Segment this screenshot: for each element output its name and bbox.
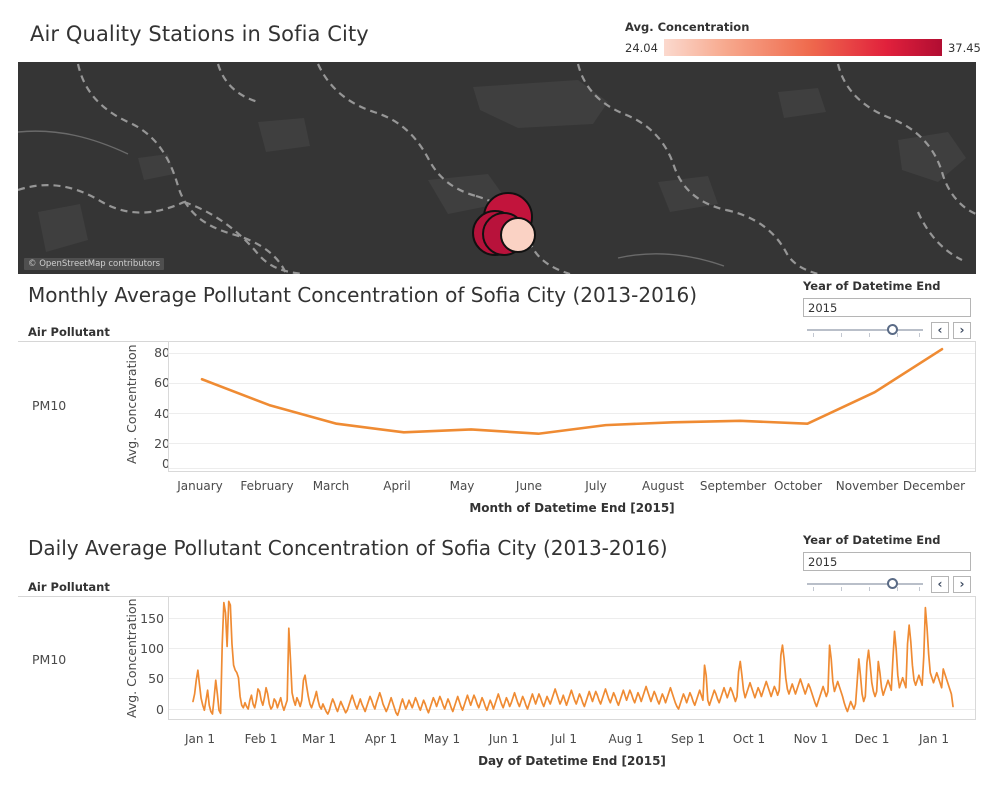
concentration-legend: Avg. Concentration 24.04 37.45 — [625, 20, 985, 56]
daily-ytick: 100 — [140, 641, 164, 656]
slider-tick — [897, 587, 898, 591]
daily-year-next-button[interactable]: › — [953, 575, 971, 593]
legend-color-ramp — [663, 39, 942, 56]
monthly-year-next-button[interactable]: › — [953, 321, 971, 339]
daily-line-svg — [169, 600, 975, 717]
monthly-plot-area[interactable] — [168, 341, 976, 472]
legend-title: Avg. Concentration — [625, 20, 750, 34]
daily-xaxis-title: Day of Datetime End [2015] — [478, 754, 666, 768]
daily-ytick: 150 — [140, 611, 164, 626]
slider-tick — [813, 587, 814, 591]
daily-pollutant-header: Air Pollutant — [28, 580, 110, 594]
monthly-xaxis-title: Month of Datetime End [2015] — [469, 501, 675, 515]
daily-year-filter[interactable]: Year of Datetime End 2015 ‹ › — [803, 533, 975, 593]
monthly-ytick: 0 — [162, 456, 170, 471]
air-quality-dashboard: Air Quality Stations in Sofia City Avg. … — [0, 0, 1000, 801]
slider-tick — [869, 587, 870, 591]
daily-year-slider[interactable] — [803, 576, 927, 592]
monthly-ytick: 60 — [154, 375, 170, 390]
daily-chart-title: Daily Average Pollutant Concentration of… — [28, 536, 668, 560]
osm-attribution[interactable]: © OpenStreetMap contributors — [24, 258, 165, 270]
monthly-ytick: 20 — [154, 436, 170, 451]
daily-year-value[interactable]: 2015 — [803, 552, 971, 571]
monthly-ytick: 80 — [154, 345, 170, 360]
station-marker-east[interactable] — [500, 217, 536, 253]
monthly-xtick: December — [902, 479, 966, 493]
monthly-row-label-pm10: PM10 — [32, 398, 67, 413]
slider-tick — [813, 333, 814, 337]
slider-tick — [869, 333, 870, 337]
monthly-year-value[interactable]: 2015 — [803, 298, 971, 317]
daily-slider-track — [807, 583, 923, 585]
station-map[interactable]: © OpenStreetMap contributors — [18, 62, 976, 274]
monthly-year-filter[interactable]: Year of Datetime End 2015 ‹ › — [803, 279, 975, 339]
daily-ytick: 0 — [156, 702, 164, 717]
daily-year-filter-label: Year of Datetime End — [803, 533, 941, 547]
monthly-year-filter-label: Year of Datetime End — [803, 279, 941, 293]
slider-tick — [841, 587, 842, 591]
slider-tick — [897, 333, 898, 337]
daily-year-prev-button[interactable]: ‹ — [931, 575, 949, 593]
monthly-slider-handle[interactable] — [887, 324, 898, 335]
monthly-ytick: 40 — [154, 406, 170, 421]
monthly-chart-title: Monthly Average Pollutant Concentration … — [28, 283, 698, 307]
daily-xtick: Jan 1 — [919, 732, 949, 746]
map-header: Air Quality Stations in Sofia City Avg. … — [0, 0, 1000, 62]
slider-tick — [841, 333, 842, 337]
legend-max-value: 37.45 — [947, 40, 981, 55]
daily-plot-area[interactable] — [168, 596, 976, 720]
legend-min-value: 24.04 — [625, 40, 658, 55]
slider-tick — [919, 587, 920, 591]
daily-slider-handle[interactable] — [887, 578, 898, 589]
monthly-slider-track — [807, 329, 923, 331]
daily-ytick: 50 — [148, 671, 164, 686]
map-title: Air Quality Stations in Sofia City — [30, 22, 369, 46]
monthly-pollutant-header: Air Pollutant — [28, 325, 110, 339]
slider-tick — [919, 333, 920, 337]
monthly-line-svg — [169, 347, 975, 469]
daily-row-label-pm10: PM10 — [32, 652, 67, 667]
monthly-year-prev-button[interactable]: ‹ — [931, 321, 949, 339]
monthly-year-slider[interactable] — [803, 322, 927, 338]
